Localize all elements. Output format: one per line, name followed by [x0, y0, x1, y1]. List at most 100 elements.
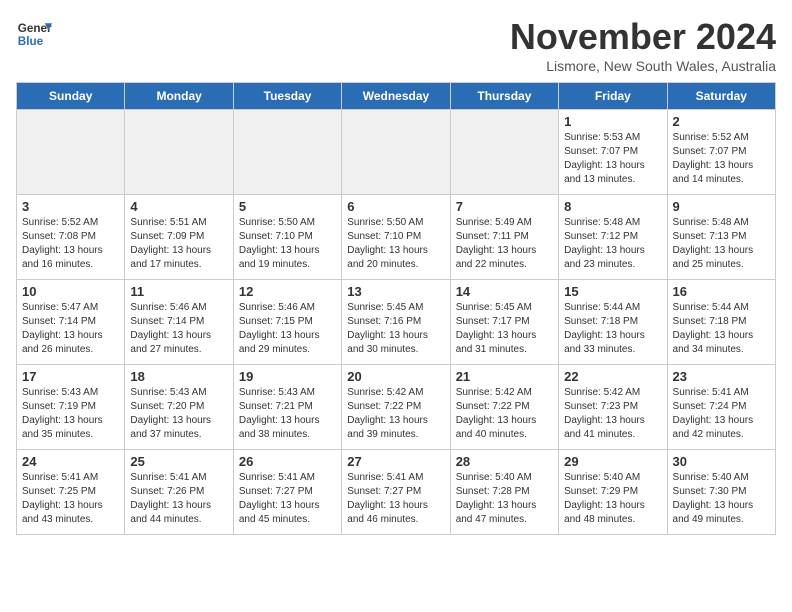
calendar-day-cell: 18 Sunrise: 5:43 AM Sunset: 7:20 PM Dayli… [125, 365, 233, 450]
day-detail: Sunrise: 5:50 AM Sunset: 7:10 PM Dayligh… [347, 216, 444, 272]
day-detail: Sunrise: 5:45 AM Sunset: 7:17 PM Dayligh… [456, 301, 553, 357]
day-number: 13 [347, 284, 444, 299]
day-detail: Sunrise: 5:51 AM Sunset: 7:09 PM Dayligh… [130, 216, 227, 272]
day-number: 29 [564, 454, 661, 469]
day-number: 18 [130, 369, 227, 384]
calendar-day-cell: 16 Sunrise: 5:44 AM Sunset: 7:18 PM Dayli… [667, 280, 775, 365]
day-number: 21 [456, 369, 553, 384]
calendar-day-cell: 13 Sunrise: 5:45 AM Sunset: 7:16 PM Dayli… [342, 280, 450, 365]
day-detail: Sunrise: 5:41 AM Sunset: 7:26 PM Dayligh… [130, 471, 227, 527]
weekday-header-cell: Monday [125, 83, 233, 110]
calendar-day-cell: 7 Sunrise: 5:49 AM Sunset: 7:11 PM Daylig… [450, 195, 558, 280]
day-number: 23 [673, 369, 770, 384]
calendar-day-cell: 12 Sunrise: 5:46 AM Sunset: 7:15 PM Dayli… [233, 280, 341, 365]
weekday-header-cell: Tuesday [233, 83, 341, 110]
day-detail: Sunrise: 5:44 AM Sunset: 7:18 PM Dayligh… [564, 301, 661, 357]
day-detail: Sunrise: 5:48 AM Sunset: 7:13 PM Dayligh… [673, 216, 770, 272]
day-detail: Sunrise: 5:46 AM Sunset: 7:14 PM Dayligh… [130, 301, 227, 357]
calendar-day-cell: 4 Sunrise: 5:51 AM Sunset: 7:09 PM Daylig… [125, 195, 233, 280]
calendar-week-row: 1 Sunrise: 5:53 AM Sunset: 7:07 PM Daylig… [17, 110, 776, 195]
calendar-day-cell: 6Sunrise: 5:50 AM Sunset: 7:10 PM Daylig… [342, 195, 450, 280]
header: General Blue November 2024 Lismore, New … [16, 16, 776, 74]
day-detail: Sunrise: 5:41 AM Sunset: 7:27 PM Dayligh… [239, 471, 336, 527]
day-detail: Sunrise: 5:44 AM Sunset: 7:18 PM Dayligh… [673, 301, 770, 357]
calendar-day-cell [125, 110, 233, 195]
calendar-day-cell: 25 Sunrise: 5:41 AM Sunset: 7:26 PM Dayli… [125, 450, 233, 535]
calendar-week-row: 17 Sunrise: 5:43 AM Sunset: 7:19 PM Dayli… [17, 365, 776, 450]
day-detail: Sunrise: 5:52 AM Sunset: 7:08 PM Dayligh… [22, 216, 119, 272]
day-number: 27 [347, 454, 444, 469]
day-detail: Sunrise: 5:41 AM Sunset: 7:25 PM Dayligh… [22, 471, 119, 527]
day-detail: Sunrise: 5:52 AM Sunset: 7:07 PM Dayligh… [673, 131, 770, 187]
logo-icon: General Blue [16, 16, 52, 52]
calendar-day-cell: 30 Sunrise: 5:40 AM Sunset: 7:30 PM Dayli… [667, 450, 775, 535]
month-title: November 2024 [510, 16, 776, 58]
calendar-week-row: 24 Sunrise: 5:41 AM Sunset: 7:25 PM Dayli… [17, 450, 776, 535]
day-number: 2 [673, 114, 770, 129]
day-number: 15 [564, 284, 661, 299]
calendar-day-cell [17, 110, 125, 195]
calendar-week-row: 10 Sunrise: 5:47 AM Sunset: 7:14 PM Dayli… [17, 280, 776, 365]
day-number: 7 [456, 199, 553, 214]
day-number: 9 [673, 199, 770, 214]
day-detail: Sunrise: 5:46 AM Sunset: 7:15 PM Dayligh… [239, 301, 336, 357]
day-detail: Sunrise: 5:43 AM Sunset: 7:19 PM Dayligh… [22, 386, 119, 442]
day-detail: Sunrise: 5:45 AM Sunset: 7:16 PM Dayligh… [347, 301, 444, 357]
day-number: 14 [456, 284, 553, 299]
calendar-day-cell: 14 Sunrise: 5:45 AM Sunset: 7:17 PM Dayli… [450, 280, 558, 365]
calendar-day-cell [450, 110, 558, 195]
calendar-day-cell: 28Sunrise: 5:40 AM Sunset: 7:28 PM Dayli… [450, 450, 558, 535]
day-number: 10 [22, 284, 119, 299]
weekday-header-cell: Saturday [667, 83, 775, 110]
day-detail: Sunrise: 5:41 AM Sunset: 7:27 PM Dayligh… [347, 471, 444, 527]
day-detail: Sunrise: 5:47 AM Sunset: 7:14 PM Dayligh… [22, 301, 119, 357]
weekday-header-cell: Friday [559, 83, 667, 110]
day-number: 11 [130, 284, 227, 299]
weekday-header-cell: Thursday [450, 83, 558, 110]
day-detail: Sunrise: 5:40 AM Sunset: 7:30 PM Dayligh… [673, 471, 770, 527]
calendar-day-cell: 15 Sunrise: 5:44 AM Sunset: 7:18 PM Dayli… [559, 280, 667, 365]
day-detail: Sunrise: 5:43 AM Sunset: 7:20 PM Dayligh… [130, 386, 227, 442]
day-number: 24 [22, 454, 119, 469]
day-detail: Sunrise: 5:50 AM Sunset: 7:10 PM Dayligh… [239, 216, 336, 272]
day-number: 5 [239, 199, 336, 214]
day-number: 12 [239, 284, 336, 299]
day-number: 25 [130, 454, 227, 469]
weekday-header-row: SundayMondayTuesdayWednesdayThursdayFrid… [17, 83, 776, 110]
day-detail: Sunrise: 5:48 AM Sunset: 7:12 PM Dayligh… [564, 216, 661, 272]
calendar-day-cell: 5 Sunrise: 5:50 AM Sunset: 7:10 PM Daylig… [233, 195, 341, 280]
calendar-day-cell: 22 Sunrise: 5:42 AM Sunset: 7:23 PM Dayli… [559, 365, 667, 450]
day-number: 30 [673, 454, 770, 469]
calendar-day-cell: 1 Sunrise: 5:53 AM Sunset: 7:07 PM Daylig… [559, 110, 667, 195]
day-detail: Sunrise: 5:49 AM Sunset: 7:11 PM Dayligh… [456, 216, 553, 272]
day-number: 4 [130, 199, 227, 214]
calendar-day-cell: 17 Sunrise: 5:43 AM Sunset: 7:19 PM Dayli… [17, 365, 125, 450]
calendar-day-cell: 8 Sunrise: 5:48 AM Sunset: 7:12 PM Daylig… [559, 195, 667, 280]
svg-text:Blue: Blue [18, 35, 44, 48]
calendar-day-cell: 11 Sunrise: 5:46 AM Sunset: 7:14 PM Dayli… [125, 280, 233, 365]
day-number: 22 [564, 369, 661, 384]
calendar-day-cell: 21 Sunrise: 5:42 AM Sunset: 7:22 PM Dayli… [450, 365, 558, 450]
calendar-day-cell: 3Sunrise: 5:52 AM Sunset: 7:08 PM Daylig… [17, 195, 125, 280]
day-number: 26 [239, 454, 336, 469]
day-number: 1 [564, 114, 661, 129]
day-number: 16 [673, 284, 770, 299]
calendar-day-cell: 24 Sunrise: 5:41 AM Sunset: 7:25 PM Dayli… [17, 450, 125, 535]
weekday-header-cell: Sunday [17, 83, 125, 110]
calendar-body: 1 Sunrise: 5:53 AM Sunset: 7:07 PM Daylig… [17, 110, 776, 535]
day-number: 17 [22, 369, 119, 384]
day-detail: Sunrise: 5:53 AM Sunset: 7:07 PM Dayligh… [564, 131, 661, 187]
calendar-day-cell [342, 110, 450, 195]
day-detail: Sunrise: 5:40 AM Sunset: 7:28 PM Dayligh… [456, 471, 553, 527]
day-detail: Sunrise: 5:42 AM Sunset: 7:23 PM Dayligh… [564, 386, 661, 442]
title-area: November 2024 Lismore, New South Wales, … [510, 16, 776, 74]
location-title: Lismore, New South Wales, Australia [510, 58, 776, 74]
calendar-day-cell: 26 Sunrise: 5:41 AM Sunset: 7:27 PM Dayli… [233, 450, 341, 535]
day-detail: Sunrise: 5:42 AM Sunset: 7:22 PM Dayligh… [347, 386, 444, 442]
calendar-day-cell: 9 Sunrise: 5:48 AM Sunset: 7:13 PM Daylig… [667, 195, 775, 280]
calendar-day-cell: 23Sunrise: 5:41 AM Sunset: 7:24 PM Dayli… [667, 365, 775, 450]
calendar-day-cell [233, 110, 341, 195]
day-detail: Sunrise: 5:42 AM Sunset: 7:22 PM Dayligh… [456, 386, 553, 442]
day-number: 8 [564, 199, 661, 214]
calendar-day-cell: 2 Sunrise: 5:52 AM Sunset: 7:07 PM Daylig… [667, 110, 775, 195]
